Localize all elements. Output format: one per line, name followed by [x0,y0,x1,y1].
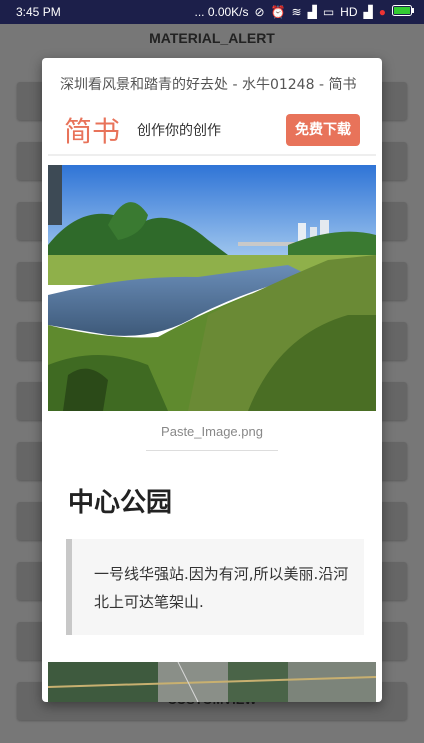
image-caption: Paste_Image.png [161,424,263,439]
blockquote: 一号线华强站.因为有河,所以美丽.沿河北上可达笔架山. [66,539,364,635]
flag-icon: ▭ [322,5,335,19]
quote-text: 一号线华强站.因为有河,所以美丽.沿河北上可达笔架山. [94,565,349,611]
download-button[interactable]: 免费下载 [286,114,360,146]
network-speed: ... 0.00K/s [194,5,249,19]
status-bar: 3:45 PM ... 0.00K/s ⊘ ⏰ ≋ ▟ ▭ HD ▟ ● [0,0,424,24]
status-time: 3:45 PM [16,5,61,19]
article-heading: 中心公园 [68,488,173,518]
notification-icon: ● [378,5,386,19]
status-icons: ... 0.00K/s ⊘ ⏰ ≋ ▟ ▭ HD ▟ ● [194,5,414,19]
hd-label: HD [340,5,358,19]
alarm-icon: ⏰ [270,5,286,19]
map-image[interactable] [48,662,376,702]
background-title: MATERIAL_ALERT [149,30,275,46]
article-image[interactable] [48,165,376,411]
mute-icon: ⊘ [254,5,265,19]
battery-icon [392,5,414,19]
page-title: 深圳看风景和踏青的好去处 - 水牛01248 - 简书 [60,77,357,93]
alert-dialog: 深圳看风景和踏青的好去处 - 水牛01248 - 简书 简书 创作你的创作 免费… [42,58,382,702]
divider [48,154,376,156]
slogan: 创作你的创作 [137,123,221,139]
signal-icon-2: ▟ [363,5,373,19]
wifi-icon: ≋ [291,5,302,19]
caption-underline [146,450,278,451]
brand-logo[interactable]: 简书 [64,110,120,150]
signal-icon: ▟ [307,5,317,19]
